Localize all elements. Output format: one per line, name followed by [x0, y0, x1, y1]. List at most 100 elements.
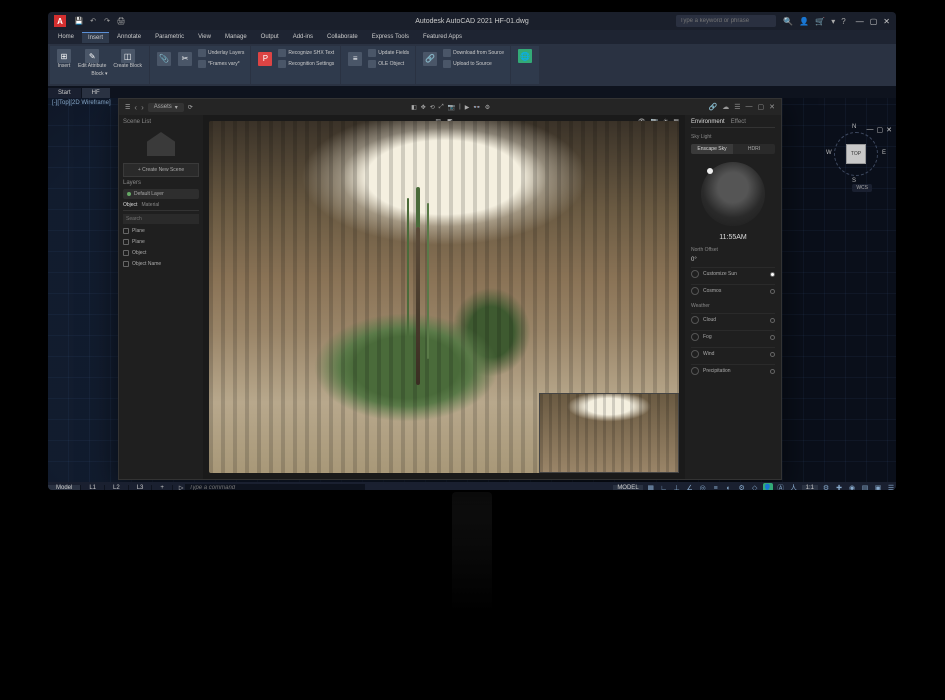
workspace-icon[interactable]: ⚙	[737, 483, 747, 492]
render-min-icon[interactable]: —	[745, 103, 752, 111]
tree-item[interactable]: Object	[123, 249, 199, 257]
clean-icon[interactable]: ▣	[873, 483, 883, 492]
frames-button[interactable]: *Frames vary*	[196, 59, 246, 69]
cart-icon[interactable]: 🛒	[815, 17, 825, 26]
view-tool-icon[interactable]: ◧	[411, 104, 417, 111]
qat-save-icon[interactable]: 💾	[74, 16, 84, 26]
close-button[interactable]: ✕	[883, 17, 890, 26]
command-input[interactable]	[185, 484, 365, 493]
recognition-settings-button[interactable]: Recognition Settings	[276, 59, 336, 69]
hdri-tab[interactable]: HDRI	[733, 144, 775, 154]
sun-dial[interactable]	[701, 162, 765, 226]
user-icon[interactable]: 👤	[799, 17, 809, 26]
scene-thumbnail-icon[interactable]	[147, 132, 175, 156]
person-icon[interactable]: 👤	[763, 483, 773, 492]
model-badge[interactable]: MODEL	[613, 485, 642, 491]
create-block-button[interactable]: ◫Create Block	[110, 48, 145, 70]
isodraft-icon[interactable]: ◇	[750, 483, 760, 492]
hardware-icon[interactable]: ▤	[860, 483, 870, 492]
apps-icon[interactable]: ▾	[831, 17, 835, 26]
search-icon[interactable]: 🔍	[783, 17, 793, 26]
render-thumbnail[interactable]	[539, 393, 679, 473]
effect-tab[interactable]: Effect	[731, 119, 746, 125]
file-tab[interactable]: HF	[82, 88, 111, 98]
tab-collaborate[interactable]: Collaborate	[321, 32, 364, 42]
polar-toggle-icon[interactable]: ∠	[685, 483, 695, 492]
layout-tab-3[interactable]: L3	[129, 485, 153, 491]
tab-insert[interactable]: Insert	[82, 32, 109, 43]
location-button[interactable]: 🌐	[515, 48, 535, 64]
tree-item[interactable]: Plane	[123, 227, 199, 235]
default-layer-chip[interactable]: Default Layer	[123, 189, 199, 199]
fog-row[interactable]: Fog	[691, 330, 775, 343]
pdf-import-button[interactable]: P	[255, 51, 275, 67]
cube-face-top[interactable]: TOP	[846, 144, 866, 164]
layout-tab-2[interactable]: L2	[105, 485, 129, 491]
camera-tool-icon[interactable]: 📷	[448, 104, 455, 111]
qat-undo-icon[interactable]: ↶	[88, 16, 98, 26]
start-tab[interactable]: Start	[48, 88, 82, 98]
minimize-button[interactable]: —	[856, 17, 864, 26]
render-menu-icon[interactable]: ☰	[125, 104, 130, 111]
play-icon[interactable]: ▶	[465, 104, 470, 111]
grid-toggle-icon[interactable]: ▦	[646, 483, 656, 492]
tree-item[interactable]: Plane	[123, 238, 199, 246]
recognize-shx-button[interactable]: Recognize SHX Text	[276, 48, 336, 58]
add-layout-tab[interactable]: +	[152, 485, 173, 491]
precipitation-row[interactable]: Precipitation	[691, 364, 775, 377]
tab-home[interactable]: Home	[52, 32, 80, 42]
enscape-sky-tab[interactable]: Enscape Sky	[691, 144, 733, 154]
scale-display[interactable]: 1:1	[802, 485, 818, 491]
data-link-button[interactable]: 🔗	[420, 51, 440, 67]
help-icon[interactable]: ?	[841, 17, 845, 26]
tab-express[interactable]: Express Tools	[366, 32, 415, 42]
maximize-button[interactable]: ▢	[870, 17, 878, 26]
tab-output[interactable]: Output	[255, 32, 285, 42]
render-close-icon[interactable]: ✕	[769, 103, 775, 111]
tree-item[interactable]: Object Name	[123, 260, 199, 268]
qat-redo-icon[interactable]: ↷	[102, 16, 112, 26]
cloud-row[interactable]: Cloud	[691, 313, 775, 326]
nav-back-icon[interactable]: ‹	[134, 103, 137, 112]
rotate-tool-icon[interactable]: ⟲	[430, 104, 435, 111]
drawing-workspace[interactable]: [-][Top][2D Wireframe] — ▢ ✕ TOP N S E W…	[48, 98, 896, 482]
lineweight-icon[interactable]: ≡	[711, 483, 721, 492]
viewport-close-icon[interactable]: ✕	[886, 126, 892, 134]
object-subtab[interactable]: Object	[123, 202, 137, 208]
assets-button[interactable]: Assets ▾	[148, 103, 184, 112]
insert-button[interactable]: ⊞Insert	[54, 48, 74, 70]
attach-button[interactable]: 📎	[154, 51, 174, 67]
transparency-icon[interactable]: ◐	[724, 483, 734, 492]
clip-button[interactable]: ✂	[175, 51, 195, 67]
view-cube[interactable]: TOP N S E W	[834, 132, 878, 176]
block-panel-label[interactable]: Block ▾	[54, 71, 145, 77]
sun-handle-icon[interactable]	[707, 168, 713, 174]
qat-print-icon[interactable]: 🖨	[116, 16, 126, 26]
tab-manage[interactable]: Manage	[219, 32, 253, 42]
model-tab[interactable]: Model	[48, 485, 81, 491]
environment-tab[interactable]: Environment	[691, 119, 725, 125]
underlay-layers-button[interactable]: Underlay Layers	[196, 48, 246, 58]
render-max-icon[interactable]: ▢	[757, 103, 764, 111]
wind-row[interactable]: Wind	[691, 347, 775, 360]
viewport-label[interactable]: [-][Top][2D Wireframe]	[52, 100, 111, 106]
plus-icon[interactable]: ✚	[834, 483, 844, 492]
nav-fwd-icon[interactable]: ›	[141, 103, 144, 112]
update-fields-button[interactable]: Update Fields	[366, 48, 411, 58]
cloud-icon[interactable]: ☁	[722, 103, 729, 111]
customize-icon[interactable]: ☰	[886, 483, 896, 492]
move-tool-icon[interactable]: ✥	[421, 104, 426, 111]
tab-view[interactable]: View	[192, 32, 217, 42]
search-input[interactable]	[676, 15, 776, 27]
snap-toggle-icon[interactable]: ∟	[659, 483, 669, 492]
annotation-icon[interactable]: Ⓐ	[776, 483, 786, 492]
ortho-toggle-icon[interactable]: ⊥	[672, 483, 682, 492]
settings-tool-icon[interactable]: ⚙	[485, 104, 490, 111]
wcs-label[interactable]: WCS	[852, 184, 872, 192]
link-icon[interactable]: 🔗	[708, 103, 717, 111]
material-subtab[interactable]: Material	[141, 202, 159, 208]
customize-sun-row[interactable]: Customize Sun	[691, 267, 775, 280]
vr-tool-icon[interactable]: 👓	[473, 104, 480, 111]
offset-value[interactable]: 0°	[691, 257, 775, 263]
search-box[interactable]	[676, 15, 776, 27]
